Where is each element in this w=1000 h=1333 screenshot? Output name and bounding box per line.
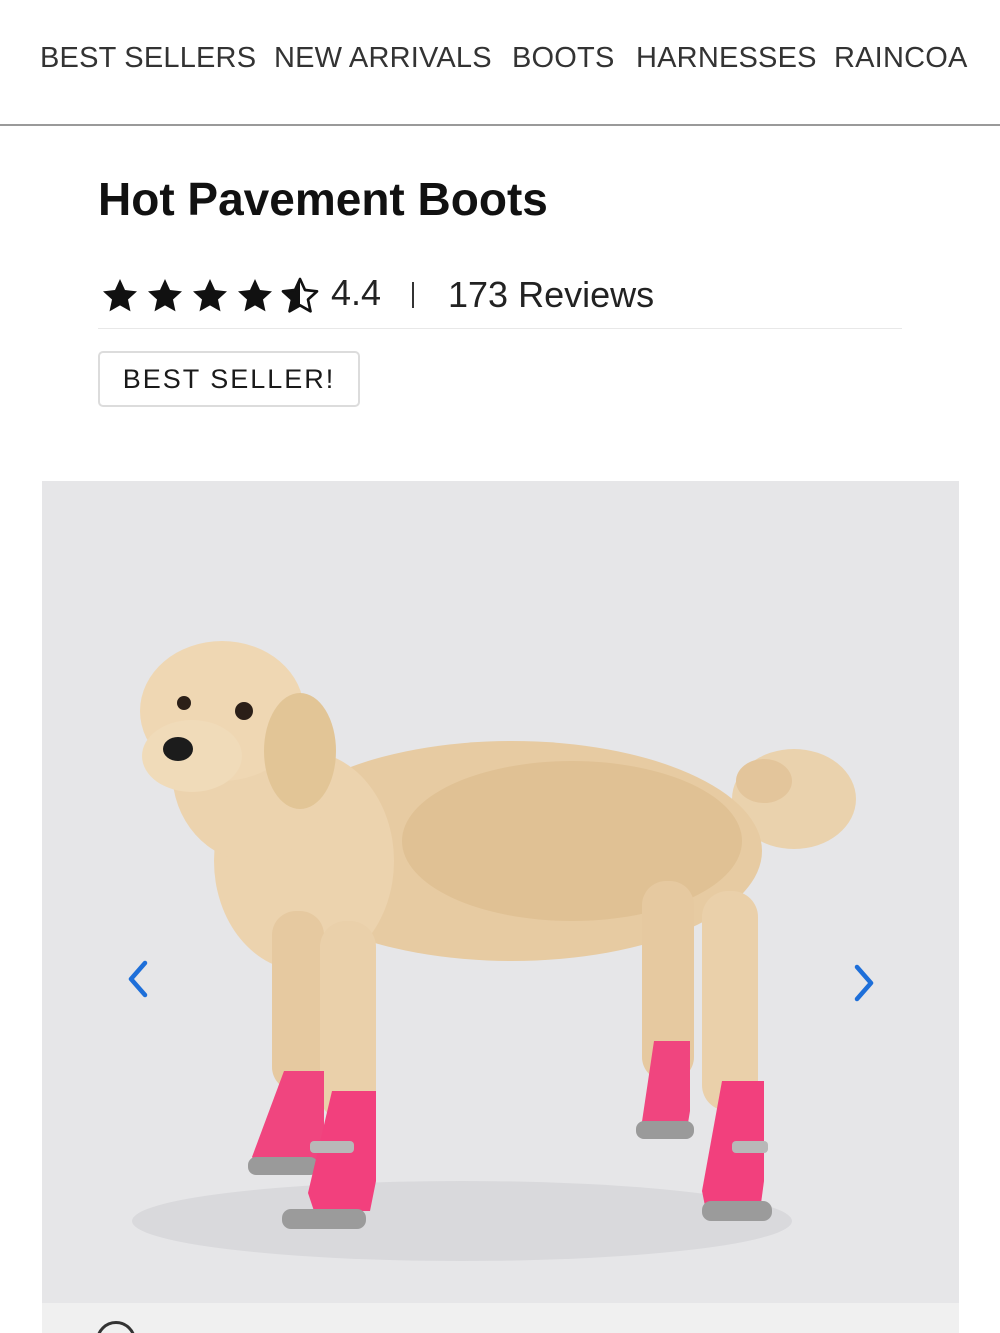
nav-item-harnesses[interactable]: HARNESSES xyxy=(636,42,817,75)
star-full-icon xyxy=(193,279,227,312)
star-half-icon xyxy=(281,277,319,313)
nav-item-new-arrivals[interactable]: NEW ARRIVALS xyxy=(274,42,492,75)
rating-value: 4.4 xyxy=(331,272,382,313)
star-full-icon xyxy=(103,279,137,312)
product-title: Hot Pavement Boots xyxy=(98,173,548,225)
rating-row: 4.4 173 Reviews xyxy=(98,268,902,329)
gallery-prev-button[interactable] xyxy=(116,949,160,1009)
product-image-gallery[interactable] xyxy=(42,481,959,1303)
nav-item-raincoats[interactable]: RAINCOA xyxy=(834,42,968,75)
dog-wearing-pink-boots-image xyxy=(132,641,856,1261)
nav-item-boots[interactable]: BOOTS xyxy=(512,42,615,75)
gallery-next-button[interactable] xyxy=(842,953,886,1013)
star-full-icon xyxy=(148,279,182,312)
chevron-left-icon xyxy=(128,960,148,998)
star-rating xyxy=(98,276,322,316)
nav-item-best-sellers[interactable]: BEST SELLERS xyxy=(40,42,256,75)
best-seller-badge: BEST SELLER! xyxy=(98,351,360,407)
reviews-link[interactable]: 173 Reviews xyxy=(448,274,654,316)
info-icon xyxy=(96,1321,136,1333)
category-nav: BEST SELLERS NEW ARRIVALS BOOTS HARNESSE… xyxy=(0,0,1000,126)
chevron-right-icon xyxy=(854,964,874,1002)
rating-divider xyxy=(412,282,414,308)
star-full-icon xyxy=(238,279,272,312)
gallery-footer-strip xyxy=(42,1303,959,1333)
